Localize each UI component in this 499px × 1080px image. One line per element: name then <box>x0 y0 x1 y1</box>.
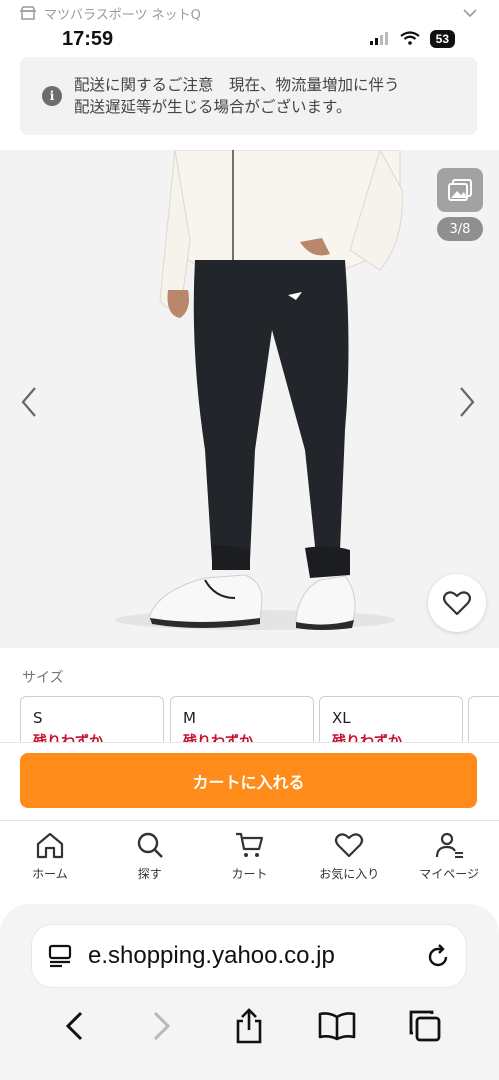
nav-label: お気に入り <box>319 867 380 881</box>
chevron-down-icon[interactable] <box>461 4 479 22</box>
nav-item-favorites[interactable]: お気に入り <box>299 821 399 900</box>
info-icon: i <box>42 86 62 106</box>
bookmarks-button[interactable] <box>315 1004 359 1048</box>
store-icon <box>20 6 36 20</box>
share-button[interactable] <box>227 1004 271 1048</box>
notice-text-line2: 配送遅延等が生じる場合がございます。 <box>74 98 352 116</box>
user-icon <box>435 832 464 858</box>
home-icon <box>36 832 63 859</box>
browser-nav-buttons <box>0 998 499 1054</box>
previous-image-button[interactable] <box>14 382 44 422</box>
app-bottom-nav: ホーム 探す カート お気に入り マイページ <box>0 820 499 900</box>
stock-status: 残りわずか <box>332 734 402 742</box>
cart-icon <box>236 832 264 857</box>
nav-item-mypage[interactable]: マイページ <box>399 821 499 900</box>
size-name: M <box>183 709 196 727</box>
shipping-notice: i 配送に関するご注意 現在、物流量増加に伴う 配送遅延等が生じる場合がございま… <box>20 57 477 135</box>
store-name: マツバラスポーツ ネットQ <box>44 7 201 23</box>
signal-icon <box>369 30 390 49</box>
add-to-cart-button[interactable]: カートに入れる <box>20 753 477 808</box>
stock-status: 残りわずか <box>183 734 253 742</box>
nav-item-search[interactable]: 探す <box>100 821 200 900</box>
tabs-icon <box>409 1010 441 1042</box>
size-option-s[interactable]: S 残りわずか <box>20 696 164 742</box>
forward-icon <box>153 1011 170 1041</box>
product-photo <box>0 150 499 648</box>
product-image-gallery[interactable] <box>0 150 499 648</box>
image-gallery-icon <box>448 179 472 201</box>
nav-label: ホーム <box>32 867 68 881</box>
store-bar[interactable]: マツバラスポーツ ネットQ <box>0 0 499 26</box>
nav-label: カート <box>231 867 268 881</box>
nav-item-home[interactable]: ホーム <box>0 821 100 900</box>
size-option-m[interactable]: M 残りわずか <box>170 696 314 742</box>
nav-label: 探す <box>137 867 162 881</box>
battery-indicator: 53 <box>429 30 455 48</box>
reader-icon[interactable] <box>48 944 74 968</box>
tabs-button[interactable] <box>403 1004 447 1048</box>
favorite-button[interactable] <box>428 574 486 632</box>
size-name: XL <box>332 709 351 727</box>
nav-item-cart[interactable]: カート <box>200 821 300 900</box>
stock-status: 残りわずか <box>33 734 103 742</box>
size-option-next[interactable] <box>468 696 499 742</box>
status-bar: 17:59 53 <box>0 24 499 54</box>
search-icon <box>137 832 163 858</box>
next-image-button[interactable] <box>452 382 482 422</box>
heart-icon <box>335 833 364 858</box>
back-icon <box>65 1011 82 1041</box>
url-text[interactable]: e.shopping.yahoo.co.jp <box>88 942 426 970</box>
reload-icon[interactable] <box>426 943 450 969</box>
size-name: S <box>33 709 43 727</box>
bookmarks-icon <box>318 1012 356 1041</box>
size-label: サイズ <box>22 670 64 686</box>
nav-label: マイページ <box>419 867 479 881</box>
share-icon <box>237 1008 262 1044</box>
chevron-right-icon <box>460 387 475 417</box>
notice-text-line1: 配送に関するご注意 現在、物流量増加に伴う <box>74 76 400 94</box>
address-bar[interactable]: e.shopping.yahoo.co.jp <box>32 925 466 987</box>
image-counter: 3/8 <box>437 217 483 241</box>
image-gallery-button[interactable] <box>437 168 483 212</box>
chevron-left-icon <box>21 387 36 417</box>
status-time: 17:59 <box>62 27 114 50</box>
heart-icon <box>443 591 471 616</box>
wifi-icon <box>399 30 420 49</box>
size-options: S 残りわずか M 残りわずか XL 残りわずか <box>20 696 499 742</box>
back-button[interactable] <box>52 1004 96 1048</box>
size-option-xl[interactable]: XL 残りわずか <box>319 696 463 742</box>
forward-button[interactable] <box>140 1004 184 1048</box>
